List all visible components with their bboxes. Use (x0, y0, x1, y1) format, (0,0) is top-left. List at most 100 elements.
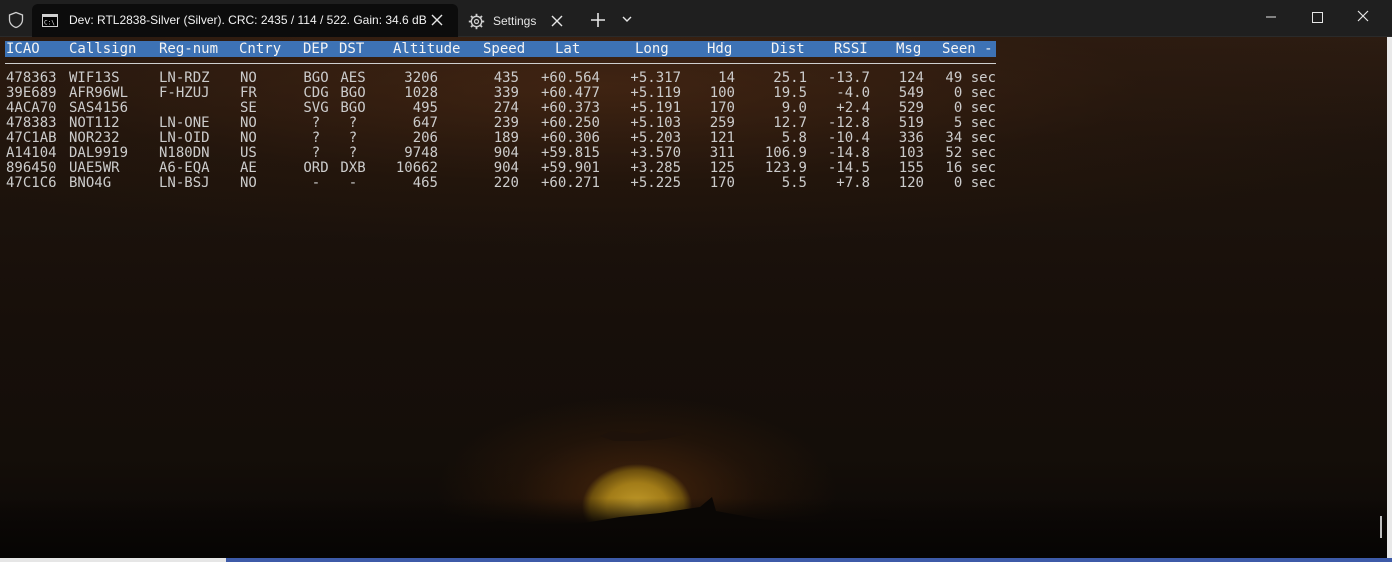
table-cell: 259 (709, 115, 735, 131)
minimize-icon[interactable] (1260, 7, 1282, 27)
table-cell: 896450 (6, 160, 57, 176)
table-cell: 103 (898, 145, 924, 161)
table-cell: A14104 (6, 145, 57, 161)
tab-terminal-title: Dev: RTL2838-Silver (Silver). CRC: 2435 … (69, 13, 427, 27)
close-tab-icon[interactable] (430, 13, 444, 27)
maximize-icon[interactable] (1306, 7, 1328, 27)
table-cell: BNO4G (69, 175, 112, 191)
table-cell: +5.203 (630, 130, 681, 146)
table-cell: 5 sec (953, 115, 996, 131)
table-cell: DAL9919 (69, 145, 129, 161)
table-row: A14104 DAL9919 N180DN US?? 9748 904 +59.815 +3.… (0, 146, 1000, 161)
table-cell: -14.8 (827, 145, 870, 161)
table-cell: SVG (303, 100, 329, 116)
table-cell (159, 101, 229, 116)
table-cell: +5.317 (630, 70, 681, 86)
table-cell: 274 (493, 100, 519, 116)
table-cell: 14 (718, 70, 735, 86)
column-header: Long (635, 41, 669, 57)
table-cell: LN-OID (159, 130, 210, 146)
table-cell: ORD (303, 160, 329, 176)
table-cell: 16 sec (945, 160, 996, 176)
close-window-icon[interactable] (1352, 7, 1374, 27)
table-cell: +5.103 (630, 115, 681, 131)
table-cell: 39E689 (6, 85, 57, 101)
table-row: 478363 WIF13S LN-RDZ NO BGO AES 3206 435 +60.564… (0, 71, 1000, 86)
table-cell: 123.9 (764, 160, 807, 176)
table-row: 478383 NOT112 LN-ONE NO?? 647 239 +60.250 +5.10… (0, 116, 1000, 131)
table-cell: 106.9 (764, 145, 807, 161)
table-cell: -4.0 (836, 85, 870, 101)
table-cell: 120 (898, 175, 924, 191)
close-tab-icon[interactable] (550, 14, 564, 28)
gear-icon (468, 13, 485, 30)
table-cell: 170 (709, 100, 735, 116)
table-cell: FR (240, 85, 257, 101)
terminal-pane[interactable]: ICAO Callsign Reg-num Cntry DEP DST Altitude Sp… (0, 37, 1392, 558)
title-bar: C:\ Dev: RTL2838-Silver (Silver). CRC: 2… (0, 0, 1392, 37)
column-header: Seen - (942, 41, 993, 57)
table-cell: A6-EQA (159, 160, 210, 176)
table-cell: -13.7 (827, 70, 870, 86)
table-cell: ? (311, 130, 321, 146)
column-header: Hdg (707, 41, 733, 57)
table-cell: AES (340, 70, 366, 86)
table-cell: 1028 (404, 85, 438, 101)
table-cell: BGO (340, 85, 366, 101)
table-cell: 904 (493, 145, 519, 161)
table-cell: 9.0 (781, 100, 807, 116)
table-cell: 478383 (6, 115, 57, 131)
table-cell: AE (240, 160, 257, 176)
table-cell: +60.306 (540, 130, 600, 146)
table-cell: ? (348, 145, 358, 161)
table-cell: +5.191 (630, 100, 681, 116)
table-cell: +3.285 (630, 160, 681, 176)
table-cell: 435 (493, 70, 519, 86)
table-row: 39E689 AFR96WL F-HZUJ FR CDG BGO 1028 339 +60.47… (0, 86, 1000, 101)
table-cell: 478363 (6, 70, 57, 86)
table-cell: 3206 (404, 70, 438, 86)
column-header: Msg (896, 41, 922, 57)
table-cell: +60.271 (540, 175, 600, 191)
table-row: 896450 UAE5WR A6-EQA AE ORD DXB 10662 904 +59.90… (0, 161, 1000, 176)
table-cell: NOT112 (69, 115, 120, 131)
table-cell: DXB (340, 160, 366, 176)
table-cell: -10.4 (827, 130, 870, 146)
chevron-down-icon[interactable] (619, 12, 635, 26)
table-cell: N180DN (159, 145, 210, 161)
table-cell: 529 (898, 100, 924, 116)
table-cell: 52 sec (945, 145, 996, 161)
table-cell: NO (240, 175, 257, 191)
table-cell: 49 sec (945, 70, 996, 86)
column-header: Lat (555, 41, 581, 57)
table-cell: +60.564 (540, 70, 600, 86)
table-cell: UAE5WR (69, 160, 120, 176)
table-cell: NO (240, 70, 257, 86)
svg-text:C:\: C:\ (44, 20, 55, 27)
table-cell: 206 (412, 130, 438, 146)
column-header: Callsign (69, 41, 137, 57)
column-header: Speed (483, 41, 526, 57)
table-cell: 19.5 (773, 85, 807, 101)
new-tab-plus-icon[interactable] (588, 11, 608, 29)
header-divider (5, 63, 996, 64)
table-cell: 311 (709, 145, 735, 161)
window-right-edge (1387, 37, 1392, 562)
table-cell: ? (348, 130, 358, 146)
table-cell: 5.8 (781, 130, 807, 146)
table-row: 47C1AB NOR232 LN-OID NO?? 206 189 +60.306 +5.20… (0, 131, 1000, 146)
table-cell: 155 (898, 160, 924, 176)
column-header: Reg-num (159, 41, 219, 57)
table-cell: +60.250 (540, 115, 600, 131)
table-cell: 5.5 (781, 175, 807, 191)
table-cell: AFR96WL (69, 85, 129, 101)
column-header: ICAO (6, 41, 40, 57)
scrollbar-thumb[interactable] (1380, 516, 1382, 538)
table-cell: 549 (898, 85, 924, 101)
tab-settings[interactable]: Settings (462, 4, 574, 37)
table-cell: 904 (493, 160, 519, 176)
table-cell: LN-BSJ (159, 175, 210, 191)
table-cell: SAS4156 (69, 100, 129, 116)
table-cell: NO (240, 130, 257, 146)
tab-terminal[interactable]: C:\ Dev: RTL2838-Silver (Silver). CRC: 2… (32, 4, 458, 37)
